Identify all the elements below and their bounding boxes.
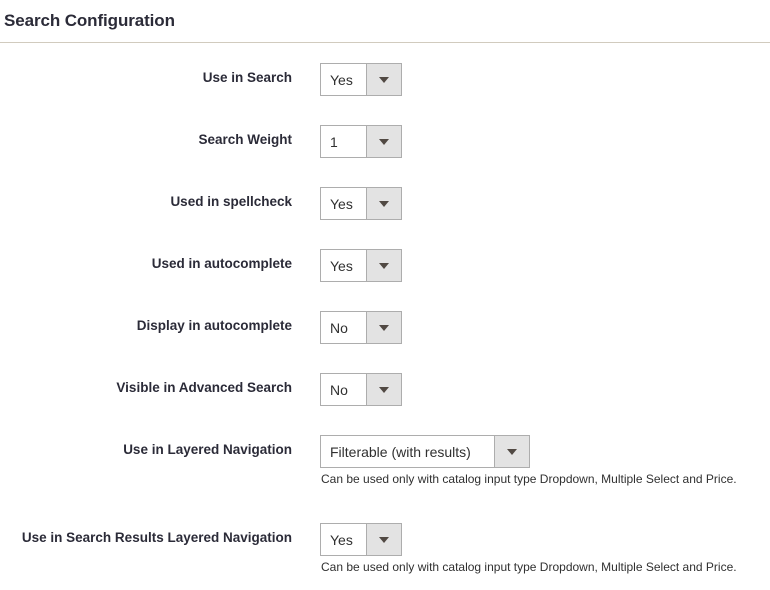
field-row-use-in-search-results-layered-navigation: Use in Search Results Layered Navigation… [0,502,770,590]
select-value-use-in-layered-navigation: Filterable (with results) [321,436,494,467]
select-toggle-visible-in-advanced-search[interactable] [366,374,401,405]
select-value-use-in-search-results-layered-navigation: Yes [321,524,366,555]
field-label-visible-in-advanced-search: Visible in Advanced Search [116,380,292,395]
chevron-down-icon [379,262,389,269]
select-value-visible-in-advanced-search: No [321,374,366,405]
field-label-used-in-autocomplete: Used in autocomplete [151,256,292,271]
field-row-display-in-autocomplete: Display in autocomplete No [0,290,770,352]
field-row-used-in-autocomplete: Used in autocomplete Yes [0,228,770,290]
chevron-down-icon [379,138,389,145]
field-note-use-in-layered-navigation: Can be used only with catalog input type… [321,472,737,486]
select-used-in-autocomplete[interactable]: Yes [320,249,402,282]
select-toggle-use-in-search[interactable] [366,64,401,95]
field-label-display-in-autocomplete: Display in autocomplete [136,318,292,333]
search-configuration-form: Use in Search Yes Search Weight 1 Used in sp… [0,42,770,590]
field-row-used-in-spellcheck: Used in spellcheck Yes [0,166,770,228]
select-value-search-weight: 1 [321,126,366,157]
field-label-use-in-layered-navigation: Use in Layered Navigation [123,442,292,457]
select-toggle-use-in-search-results-layered-navigation[interactable] [366,524,401,555]
select-use-in-search-results-layered-navigation[interactable]: Yes [320,523,402,556]
select-use-in-search[interactable]: Yes [320,63,402,96]
field-row-use-in-layered-navigation: Use in Layered Navigation Filterable (wit… [0,414,770,502]
field-label-search-weight: Search Weight [198,132,292,147]
chevron-down-icon [507,448,517,455]
field-label-use-in-search-results-layered-navigation: Use in Search Results Layered Navigation [21,530,292,545]
select-use-in-layered-navigation[interactable]: Filterable (with results) [320,435,530,468]
chevron-down-icon [379,536,389,543]
chevron-down-icon [379,386,389,393]
select-search-weight[interactable]: 1 [320,125,402,158]
select-toggle-use-in-layered-navigation[interactable] [494,436,529,467]
field-row-use-in-search: Use in Search Yes [0,42,770,104]
select-toggle-display-in-autocomplete[interactable] [366,312,401,343]
search-configuration-panel: Search Configuration Use in Search Yes Sea… [0,0,770,584]
select-toggle-used-in-spellcheck[interactable] [366,188,401,219]
select-display-in-autocomplete[interactable]: No [320,311,402,344]
chevron-down-icon [379,200,389,207]
select-visible-in-advanced-search[interactable]: No [320,373,402,406]
field-label-use-in-search: Use in Search [202,70,292,85]
field-row-search-weight: Search Weight 1 [0,104,770,166]
select-toggle-search-weight[interactable] [366,126,401,157]
field-label-used-in-spellcheck: Used in spellcheck [170,194,292,209]
chevron-down-icon [379,324,389,331]
chevron-down-icon [379,76,389,83]
field-row-visible-in-advanced-search: Visible in Advanced Search No [0,352,770,414]
select-used-in-spellcheck[interactable]: Yes [320,187,402,220]
page-title: Search Configuration [4,11,175,30]
field-note-use-in-search-results-layered-navigation: Can be used only with catalog input type… [321,560,737,574]
select-value-used-in-spellcheck: Yes [321,188,366,219]
select-toggle-used-in-autocomplete[interactable] [366,250,401,281]
select-value-use-in-search: Yes [321,64,366,95]
select-value-used-in-autocomplete: Yes [321,250,366,281]
select-value-display-in-autocomplete: No [321,312,366,343]
